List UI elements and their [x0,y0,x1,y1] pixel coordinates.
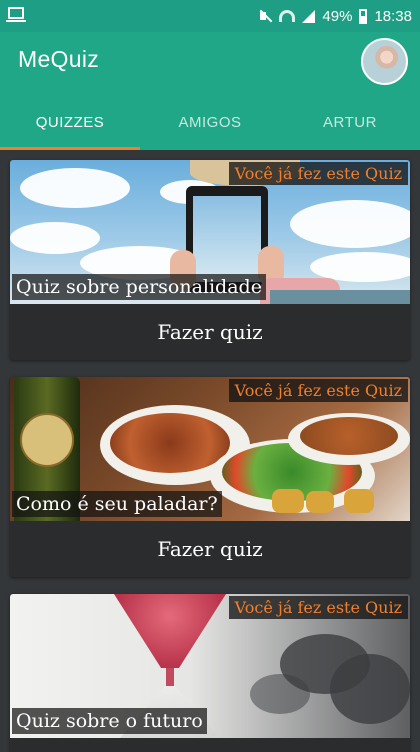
tab-bar: QUIZZES AMIGOS ARTUR [0,102,420,150]
laptop-notification-icon [6,7,26,22]
quiz-card[interactable]: Você já fez este Quiz Quiz sobre o futur… [10,594,410,752]
quiz-image: Você já fez este Quiz Como é seu paladar… [10,377,410,521]
wifi-icon [279,10,296,22]
quiz-title: Como é seu paladar? [12,491,222,517]
tab-amigos[interactable]: AMIGOS [140,102,280,150]
mute-icon [258,9,272,23]
completed-badge: Você já fez este Quiz [228,379,408,402]
completed-badge: Você já fez este Quiz [228,162,408,185]
app-title: MeQuiz [18,46,100,72]
status-bar-right: 49% 18:38 [258,6,412,26]
tab-quizzes[interactable]: QUIZZES [0,102,140,150]
completed-badge: Você já fez este Quiz [228,596,408,619]
avatar[interactable] [361,38,408,85]
clock: 18:38 [374,7,412,25]
signal-icon [302,9,316,23]
quiz-image: Você já fez este Quiz Quiz sobre persona… [10,160,410,304]
tab-indicator [0,147,140,150]
battery-icon [359,8,368,24]
battery-percent: 49% [322,7,353,25]
quiz-card[interactable]: Você já fez este Quiz Quiz sobre persona… [10,160,410,360]
quiz-title: Quiz sobre personalidade [12,274,266,300]
app-bar: MeQuiz QUIZZES AMIGOS ARTUR [0,32,420,150]
quiz-title: Quiz sobre o futuro [12,708,207,734]
tab-artur[interactable]: ARTUR [280,102,420,150]
quiz-image: Você já fez este Quiz Quiz sobre o futur… [10,594,410,738]
status-bar: 49% 18:38 [0,0,420,32]
take-quiz-button[interactable]: Fazer quiz [10,304,410,360]
quiz-card[interactable]: Você já fez este Quiz Como é seu paladar… [10,377,410,577]
take-quiz-button[interactable]: Fazer quiz [10,521,410,577]
